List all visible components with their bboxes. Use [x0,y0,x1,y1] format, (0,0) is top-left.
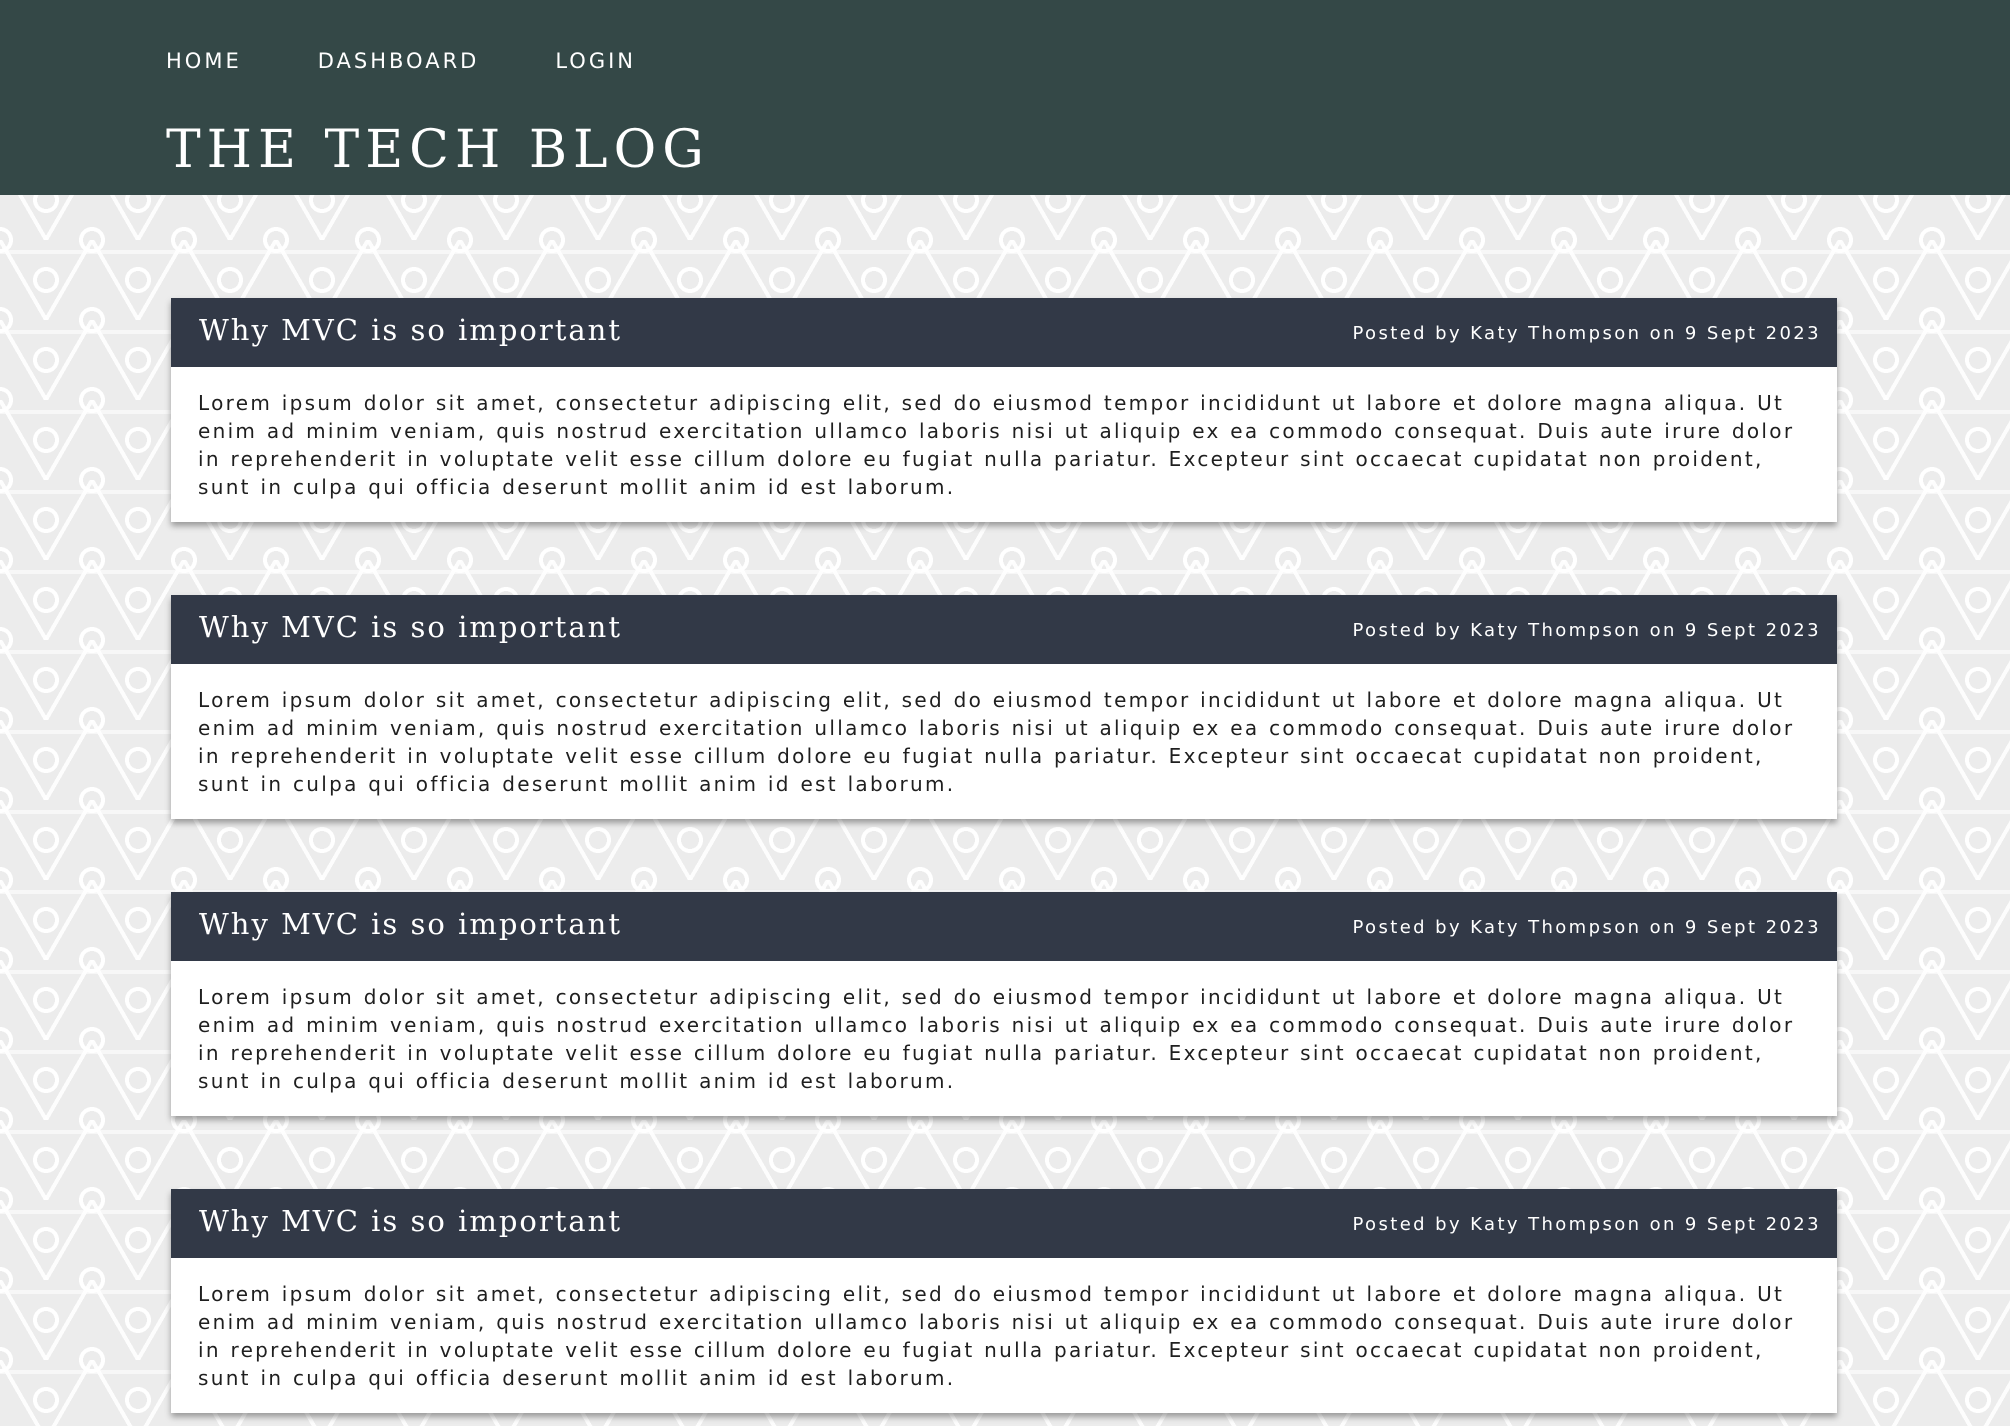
post-title[interactable]: Why MVC is so important [199,1204,622,1238]
post-body: Lorem ipsum dolor sit amet, consectetur … [198,688,1795,796]
post-body: Lorem ipsum dolor sit amet, consectetur … [198,391,1795,499]
post-body: Lorem ipsum dolor sit amet, consectetur … [198,985,1795,1093]
post-meta: Posted by Katy Thompson on 9 Sept 2023 [1352,917,1821,938]
post-header: Why MVC is so important Posted by Katy T… [171,892,1837,961]
post-card[interactable]: Why MVC is so important Posted by Katy T… [171,1189,1837,1413]
post-title[interactable]: Why MVC is so important [199,313,622,347]
nav-link-login[interactable]: LOGIN [555,47,636,75]
post-card[interactable]: Why MVC is so important Posted by Katy T… [171,298,1837,522]
post-header: Why MVC is so important Posted by Katy T… [171,298,1837,367]
site-title: THE TECH BLOG [166,120,710,180]
post-title[interactable]: Why MVC is so important [199,610,622,644]
site-header: HOME DASHBOARD LOGIN THE TECH BLOG [0,0,2010,195]
post-card[interactable]: Why MVC is so important Posted by Katy T… [171,892,1837,1116]
nav-link-home[interactable]: HOME [166,47,242,75]
post-title[interactable]: Why MVC is so important [199,907,622,941]
post-header: Why MVC is so important Posted by Katy T… [171,1189,1837,1258]
nav-link-dashboard[interactable]: DASHBOARD [318,47,480,75]
post-body: Lorem ipsum dolor sit amet, consectetur … [198,1282,1795,1390]
post-meta: Posted by Katy Thompson on 9 Sept 2023 [1352,323,1821,344]
post-list: Why MVC is so important Posted by Katy T… [171,298,1837,1426]
post-card[interactable]: Why MVC is so important Posted by Katy T… [171,595,1837,819]
post-meta: Posted by Katy Thompson on 9 Sept 2023 [1352,620,1821,641]
post-meta: Posted by Katy Thompson on 9 Sept 2023 [1352,1214,1821,1235]
main-nav: HOME DASHBOARD LOGIN [166,47,636,75]
post-header: Why MVC is so important Posted by Katy T… [171,595,1837,664]
